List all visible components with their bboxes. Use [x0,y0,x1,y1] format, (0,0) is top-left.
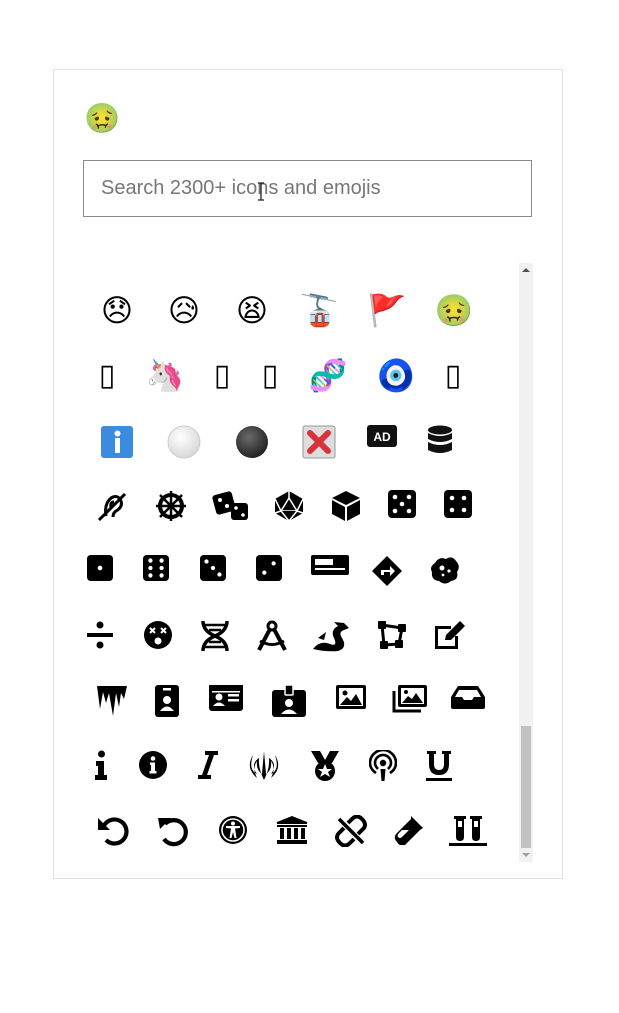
cross-mark-button-icon[interactable] [297,417,341,465]
icon-row: AD [83,417,519,482]
dna-icon[interactable]: 🧬 [306,352,350,400]
nauseated-face-icon[interactable]: 🤢 [432,287,476,335]
images-icon[interactable] [387,677,431,725]
underline-icon[interactable] [417,742,461,790]
dice-icon[interactable] [209,482,253,530]
scroll-down-arrow-icon[interactable] [519,847,533,862]
unicorn-icon[interactable]: 🦄 [143,352,187,400]
svg-text:AD: AD [373,430,391,444]
icicles-icon[interactable] [90,677,134,725]
sad-relieved-face-icon[interactable]: 😥 [162,287,206,335]
deaf-icon[interactable] [90,482,134,530]
dizzy-icon[interactable] [136,612,180,660]
draw-polygon-icon[interactable] [370,612,414,660]
disappointed-face-icon[interactable]: 😞 [95,287,139,335]
missing-glyph-icon[interactable]: ▯ [200,352,244,400]
id-card-alt-icon[interactable] [267,677,311,725]
database-icon[interactable] [418,417,462,465]
information-icon[interactable] [95,417,139,465]
vertical-scrollbar[interactable] [519,263,533,862]
missing-glyph-icon[interactable]: ▯ [431,352,475,400]
dice-one-icon[interactable] [78,547,122,595]
undo-icon[interactable] [91,807,135,855]
id-badge-icon[interactable] [145,677,189,725]
dice-d20-icon[interactable] [267,482,311,530]
icon-row [83,677,519,742]
directions-icon[interactable] [365,547,409,595]
black-circle-icon[interactable] [230,417,274,465]
dice-six-icon[interactable] [134,547,178,595]
dragon-icon[interactable] [309,612,353,660]
text-cursor-icon [258,182,264,201]
ad-icon[interactable]: AD [360,417,404,465]
dice-d6-icon[interactable] [324,482,368,530]
dice-five-icon[interactable] [380,482,424,530]
vials-icon[interactable] [446,807,490,855]
icon-row [83,612,519,677]
triangular-flag-icon[interactable]: 🚩 [365,287,409,335]
icon-row [83,807,519,872]
dna-strand-icon[interactable] [193,612,237,660]
scroll-up-arrow-icon[interactable] [519,263,533,278]
icon-picker-panel: 🤢 😞 😥 😫 🚡 🚩 🤢 ▯ 🦄 ▯ ▯ 🧬 🧿 ▯ [53,69,563,879]
university-icon[interactable] [270,807,314,855]
icon-row: 😞 😥 😫 🚡 🚩 🤢 [83,287,519,352]
info-circle-icon[interactable] [131,742,175,790]
search-input[interactable] [83,160,532,217]
image-icon[interactable] [329,677,373,725]
missing-glyph-icon[interactable]: ▯ [85,352,129,400]
icon-grid: 😞 😥 😫 🚡 🚩 🤢 ▯ 🦄 ▯ ▯ 🧬 🧿 ▯ AD [83,263,519,863]
dice-three-icon[interactable] [191,547,235,595]
podcast-icon[interactable] [361,742,405,790]
dice-two-icon[interactable] [247,547,291,595]
icon-row [83,742,519,807]
tired-face-icon[interactable]: 😫 [230,287,274,335]
digital-tachograph-icon[interactable] [308,547,352,595]
italic-icon[interactable] [186,742,230,790]
white-circle-icon[interactable] [162,417,206,465]
missing-glyph-icon[interactable]: ▯ [248,352,292,400]
icon-row [83,482,519,547]
jedi-order-icon[interactable] [242,742,286,790]
icon-row [83,547,519,612]
unlink-icon[interactable] [329,807,373,855]
dice-four-icon[interactable] [436,482,480,530]
undo-alt-icon[interactable] [151,807,195,855]
info-icon[interactable] [79,742,123,790]
id-card-icon[interactable] [204,677,248,725]
divide-icon[interactable] [78,612,122,660]
edit-icon[interactable] [428,612,472,660]
nazar-amulet-icon[interactable]: 🧿 [374,352,418,400]
selected-icon-preview[interactable]: 🤢 [84,100,120,136]
drafting-compass-icon[interactable] [250,612,294,660]
medal-icon[interactable] [303,742,347,790]
icon-row: ▯ 🦄 ▯ ▯ 🧬 🧿 ▯ [83,352,519,417]
universal-access-icon[interactable] [211,807,255,855]
disease-icon[interactable] [423,547,467,595]
inbox-icon[interactable] [446,677,490,725]
aerial-tramway-icon[interactable]: 🚡 [297,287,341,335]
scrollbar-thumb[interactable] [521,726,531,848]
vial-icon[interactable] [387,807,431,855]
dharmachakra-icon[interactable] [149,482,193,530]
